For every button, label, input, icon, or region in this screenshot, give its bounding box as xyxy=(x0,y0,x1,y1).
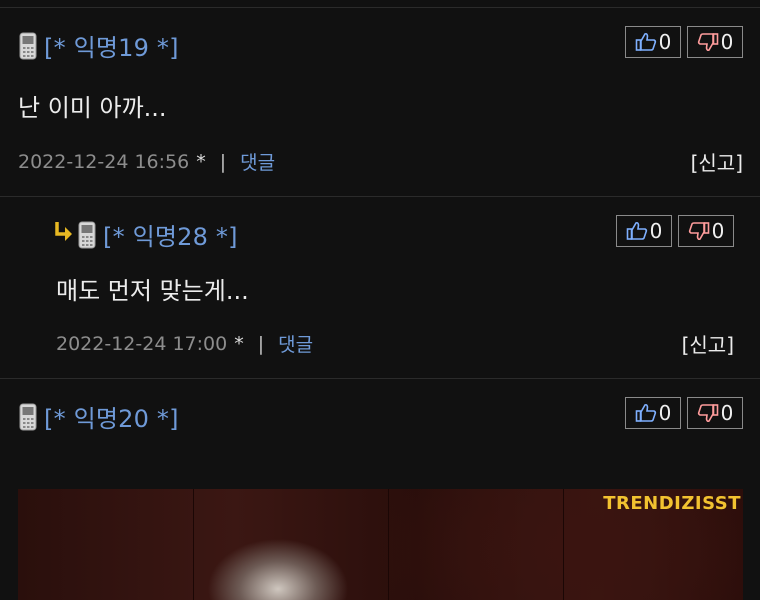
dislike-button[interactable]: 0 xyxy=(687,397,743,429)
image-panel-edge xyxy=(388,489,389,600)
comment-header: [* 익명28 *] xyxy=(54,217,238,252)
comment-date: 2022-12-24 17:00 xyxy=(56,332,228,355)
comment-image[interactable]: TRENDIZISST xyxy=(18,489,743,600)
reply-link[interactable]: 댓글 xyxy=(278,330,313,357)
image-panel-edge xyxy=(193,489,194,600)
meta-separator: | xyxy=(257,332,265,355)
thumbs-up-icon xyxy=(626,221,647,240)
dislike-count: 0 xyxy=(720,401,734,425)
like-button[interactable]: 0 xyxy=(616,215,672,247)
like-button[interactable]: 0 xyxy=(625,397,681,429)
report-link[interactable]: [신고] xyxy=(691,147,743,176)
like-button[interactable]: 0 xyxy=(625,26,681,58)
comment-meta: 2022-12-24 17:00 * | 댓글 xyxy=(56,330,313,357)
vote-buttons: 0 0 xyxy=(625,397,743,429)
reply-link[interactable]: 댓글 xyxy=(240,148,275,175)
comment-date: 2022-12-24 16:56 xyxy=(18,150,190,173)
like-count: 0 xyxy=(649,219,663,243)
comment-body: 난 이미 아까... xyxy=(18,94,167,122)
image-watermark: TRENDIZISST xyxy=(603,493,741,514)
thumbs-down-icon xyxy=(697,404,718,423)
thumbs-down-icon xyxy=(688,222,709,241)
comment-star: * xyxy=(234,332,244,355)
comment-header: [* 익명19 *] xyxy=(18,28,179,63)
comment-author[interactable]: [* 익명20 *] xyxy=(44,399,179,434)
vote-buttons: 0 0 xyxy=(625,26,743,58)
like-count: 0 xyxy=(658,401,672,425)
dislike-count: 0 xyxy=(711,219,725,243)
reply-arrow-icon xyxy=(54,221,74,248)
mobile-phone-icon xyxy=(18,403,38,431)
report-link[interactable]: [신고] xyxy=(682,329,734,358)
mobile-phone-icon xyxy=(77,221,97,249)
comment-header: [* 익명20 *] xyxy=(18,399,179,434)
comment-body: 매도 먼저 맞는게... xyxy=(56,277,249,305)
mobile-phone-icon xyxy=(18,32,38,60)
dislike-button[interactable]: 0 xyxy=(678,215,734,247)
reply-comment: [* 익명28 *] 0 0 매도 먼저 맞는게... 2022-12-24 1… xyxy=(0,197,760,379)
comment-author[interactable]: [* 익명19 *] xyxy=(44,28,179,63)
comment-meta: 2022-12-24 16:56 * | 댓글 xyxy=(18,148,275,175)
vote-buttons: 0 0 xyxy=(616,215,734,247)
meta-separator: | xyxy=(219,150,227,173)
comment: [* 익명19 *] 0 0 난 이미 아까... 2022-12-24 16:… xyxy=(0,8,760,197)
thumbs-up-icon xyxy=(635,32,656,51)
thumbs-up-icon xyxy=(635,403,656,422)
thumbs-down-icon xyxy=(697,33,718,52)
like-count: 0 xyxy=(658,30,672,54)
dislike-button[interactable]: 0 xyxy=(687,26,743,58)
comment-star: * xyxy=(196,150,206,173)
comment-author[interactable]: [* 익명28 *] xyxy=(103,217,238,252)
image-panel-edge xyxy=(563,489,564,600)
dislike-count: 0 xyxy=(720,30,734,54)
comment: [* 익명20 *] 0 0 TRENDIZISST xyxy=(0,379,760,600)
